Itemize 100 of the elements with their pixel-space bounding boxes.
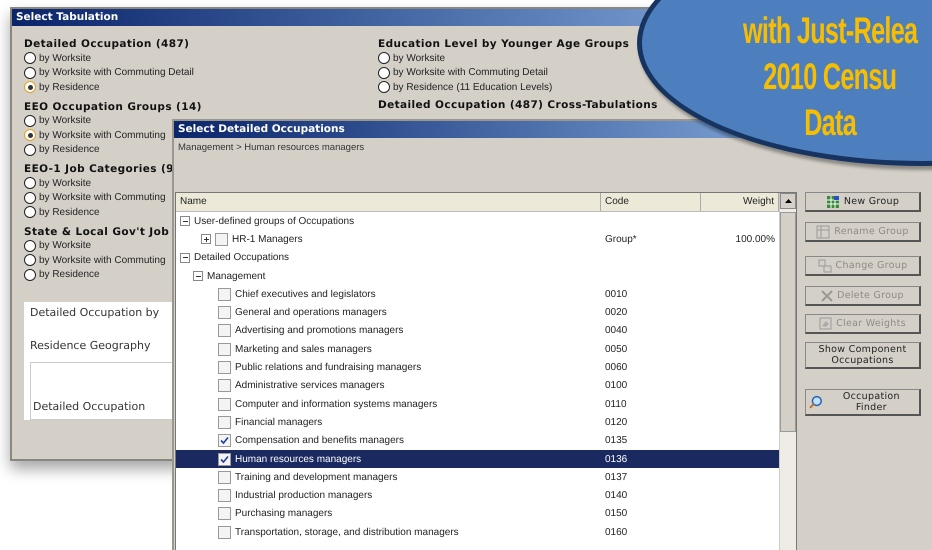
- radio-button[interactable]: [378, 52, 390, 64]
- preview-title: Detailed Occupation by: [30, 306, 160, 319]
- occupation-label: Administrative services managers: [235, 380, 384, 392]
- checkbox[interactable]: [218, 526, 231, 539]
- occupation-row[interactable]: Human resources managers 0136: [176, 450, 779, 468]
- action-button[interactable]: Show Component Occupations: [805, 342, 921, 369]
- checkbox[interactable]: [218, 379, 231, 392]
- occupation-label: Industrial production managers: [235, 490, 372, 502]
- radio-button[interactable]: [24, 268, 36, 281]
- occupation-label: Human resources managers: [235, 454, 362, 464]
- occupation-row[interactable]: Training and development managers 0137: [176, 468, 779, 486]
- radio-button[interactable]: [24, 177, 36, 190]
- tree-label[interactable]: HR-1 Managers: [232, 234, 303, 245]
- code-cell-text: 0137: [604, 472, 628, 483]
- occupation-row[interactable]: Marketing and sales managers 0050: [176, 340, 779, 358]
- occupation-row[interactable]: Public relations and fundraising managers 0060: [176, 358, 779, 377]
- radio-button[interactable]: [378, 66, 390, 79]
- badge-text: Data: [804, 101, 856, 145]
- action-button[interactable]: Occupation Finder: [805, 389, 921, 416]
- radio-button[interactable]: [24, 206, 36, 218]
- occupation-row[interactable]: Compensation and benefits managers 0135: [176, 432, 779, 450]
- checkbox[interactable]: [218, 306, 231, 320]
- checkbox[interactable]: [218, 470, 231, 484]
- radio-button[interactable]: [24, 129, 36, 142]
- breadcrumb: Management > Human resources managers: [177, 141, 366, 155]
- radio-button[interactable]: [24, 254, 36, 266]
- occupation-label: Public relations and fundraising managers: [235, 362, 422, 374]
- scroll-up-button[interactable]: [780, 193, 796, 209]
- radio-label[interactable]: by Residence: [39, 269, 100, 280]
- radio-label[interactable]: by Residence: [39, 82, 100, 93]
- radio-button[interactable]: [24, 114, 36, 127]
- checkbox[interactable]: [218, 416, 231, 429]
- x-icon: [821, 290, 834, 302]
- occupation-row[interactable]: Transportation, storage, and distribution managers 0160: [176, 523, 779, 542]
- checkbox[interactable]: [218, 507, 231, 520]
- occupation-row[interactable]: Administrative services managers 0100: [176, 376, 779, 395]
- radio-label[interactable]: by Worksite: [39, 52, 92, 64]
- radio-label[interactable]: by Worksite with Commuting: [39, 254, 166, 266]
- radio-label[interactable]: by Worksite with Commuting Detail: [393, 67, 548, 78]
- code-cell-text: 0040: [604, 325, 628, 336]
- tree-expander[interactable]: [180, 216, 190, 226]
- checkbox[interactable]: [218, 398, 231, 411]
- row-label: Residence Geography: [30, 339, 152, 352]
- tree-expander[interactable]: [201, 234, 211, 244]
- scroll-thumb[interactable]: [780, 212, 796, 432]
- occupation-row[interactable]: Chief executives and legislators 0010: [176, 285, 779, 304]
- scrollbar[interactable]: [779, 193, 796, 550]
- radio-label[interactable]: by Residence (11 Education Levels): [393, 82, 552, 93]
- occupation-row[interactable]: Advertising and promotions managers 0040: [176, 322, 779, 340]
- occupation-row[interactable]: General and operations managers 0020: [176, 303, 779, 322]
- code-cell-text: 0120: [604, 416, 628, 428]
- column-header[interactable]: Name: [176, 193, 601, 211]
- code-cell-text: 0010: [604, 288, 628, 300]
- eraser-icon: [819, 317, 832, 330]
- occupation-row[interactable]: Financial managers 0120: [176, 413, 779, 432]
- radio-button[interactable]: [24, 240, 36, 252]
- radio-label[interactable]: by Worksite with Commuting Detail: [39, 67, 194, 78]
- radio-button[interactable]: [24, 52, 36, 64]
- weight-cell-text: 100.00%: [734, 234, 776, 245]
- radio-label[interactable]: by Worksite with Commuting: [39, 192, 166, 204]
- code-cell-text: 0135: [604, 435, 628, 446]
- checkbox[interactable]: [218, 288, 231, 301]
- badge-text: with Just-Relea: [742, 9, 918, 53]
- radio-button[interactable]: [24, 81, 36, 94]
- radio-button[interactable]: [378, 81, 390, 94]
- column-header[interactable]: Code: [601, 193, 701, 211]
- occupation-label: Computer and information systems managers: [235, 398, 438, 410]
- action-button[interactable]: New Group: [805, 192, 921, 212]
- occupation-row[interactable]: Computer and information systems managers 0110: [176, 394, 779, 414]
- checkbox[interactable]: [218, 434, 231, 448]
- radio-button[interactable]: [24, 192, 36, 204]
- code-cell-text: 0060: [604, 362, 628, 374]
- radio-label[interactable]: by Worksite: [393, 52, 446, 64]
- checkbox[interactable]: [218, 361, 231, 374]
- radio-label[interactable]: by Residence: [39, 206, 100, 218]
- checkbox[interactable]: [218, 489, 231, 502]
- radio-label[interactable]: by Worksite: [39, 240, 92, 252]
- checkbox[interactable]: [218, 342, 231, 356]
- radio-label[interactable]: by Worksite with Commuting: [39, 130, 166, 141]
- occupation-label: Transportation, storage, and distribution managers: [235, 526, 459, 538]
- occupation-row[interactable]: Industrial production managers 0140: [176, 486, 779, 505]
- checkbox[interactable]: [218, 452, 231, 466]
- tree-label[interactable]: Detailed Occupations: [194, 252, 290, 264]
- occupation-row[interactable]: Purchasing managers 0150: [176, 504, 779, 524]
- group-heading: State & Local Gov't Job: [24, 226, 170, 238]
- tree-label[interactable]: Management: [207, 270, 266, 282]
- tree-label[interactable]: User-defined groups of Occupations: [194, 216, 354, 227]
- occupation-label: Compensation and benefits managers: [235, 435, 404, 446]
- occupation-label: Financial managers: [235, 416, 322, 428]
- radio-label[interactable]: by Worksite: [39, 178, 92, 189]
- code-cell-text: Group*: [604, 234, 638, 245]
- radio-label[interactable]: by Worksite: [39, 115, 92, 126]
- tree-expander[interactable]: [193, 271, 203, 282]
- checkbox[interactable]: [215, 232, 228, 246]
- group-heading: EEO Occupation Groups (14): [24, 100, 203, 112]
- radio-button[interactable]: [24, 144, 36, 156]
- checkbox[interactable]: [218, 324, 231, 338]
- radio-button[interactable]: [24, 66, 36, 79]
- radio-label[interactable]: by Residence: [39, 144, 100, 156]
- tree-expander[interactable]: [180, 252, 190, 263]
